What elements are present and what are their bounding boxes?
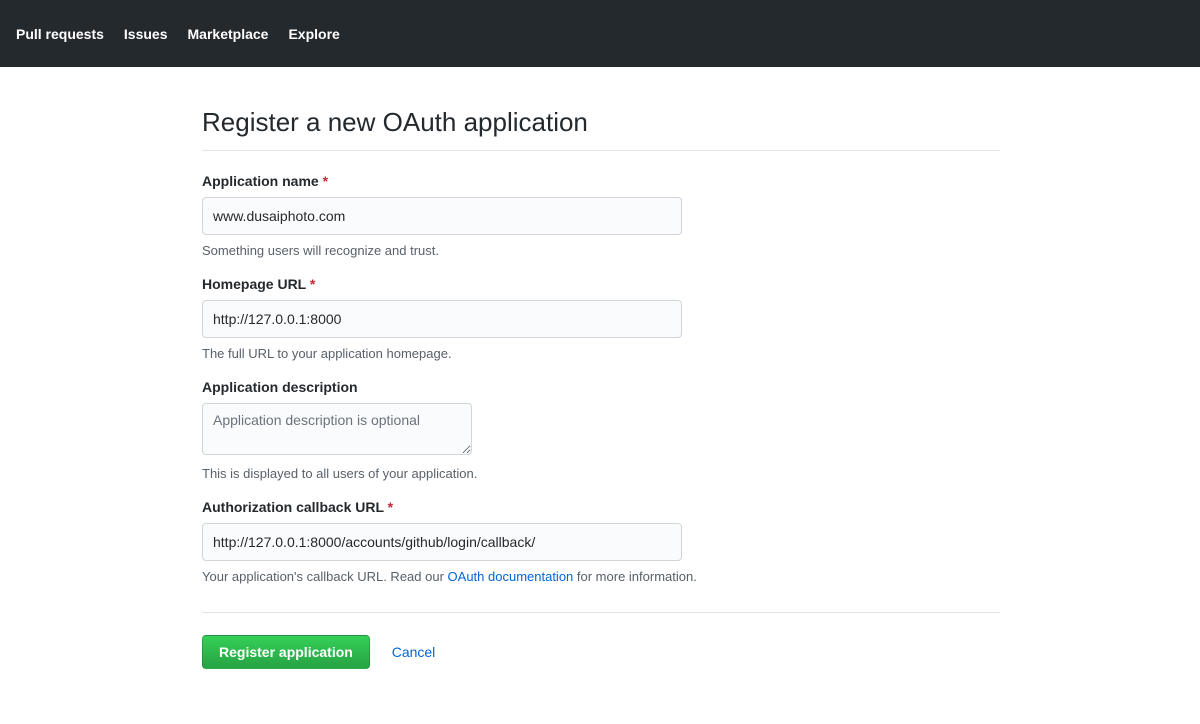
callback-group: Authorization callback URL * Your applic… — [202, 499, 1000, 584]
homepage-help: The full URL to your application homepag… — [202, 346, 1000, 361]
app-name-group: Application name * Something users will … — [202, 173, 1000, 258]
homepage-group: Homepage URL * The full URL to your appl… — [202, 276, 1000, 361]
homepage-input[interactable] — [202, 300, 682, 338]
callback-label: Authorization callback URL * — [202, 499, 1000, 515]
page-title: Register a new OAuth application — [202, 107, 1000, 151]
app-name-label: Application name * — [202, 173, 1000, 189]
description-label: Application description — [202, 379, 1000, 395]
register-button[interactable]: Register application — [202, 635, 370, 669]
form-actions: Register application Cancel — [202, 612, 1000, 669]
main-container: Register a new OAuth application Applica… — [200, 67, 1000, 669]
app-name-input[interactable] — [202, 197, 682, 235]
nav-pull-requests[interactable]: Pull requests — [16, 26, 114, 42]
required-mark: * — [323, 173, 328, 189]
app-name-label-text: Application name — [202, 173, 319, 189]
oauth-docs-link[interactable]: OAuth documentation — [448, 569, 574, 584]
callback-help-suffix: for more information. — [573, 569, 697, 584]
nav-explore[interactable]: Explore — [278, 26, 349, 42]
cancel-link[interactable]: Cancel — [392, 644, 436, 660]
description-textarea[interactable] — [202, 403, 472, 455]
callback-input[interactable] — [202, 523, 682, 561]
homepage-label-text: Homepage URL — [202, 276, 306, 292]
nav-issues[interactable]: Issues — [114, 26, 178, 42]
callback-label-text: Authorization callback URL — [202, 499, 384, 515]
required-mark: * — [310, 276, 315, 292]
callback-help: Your application's callback URL. Read ou… — [202, 569, 1000, 584]
description-help: This is displayed to all users of your a… — [202, 466, 1000, 481]
homepage-label: Homepage URL * — [202, 276, 1000, 292]
app-name-help: Something users will recognize and trust… — [202, 243, 1000, 258]
nav-marketplace[interactable]: Marketplace — [178, 26, 279, 42]
description-group: Application description This is displaye… — [202, 379, 1000, 481]
top-nav: Pull requests Issues Marketplace Explore — [0, 0, 1200, 67]
callback-help-prefix: Your application's callback URL. Read ou… — [202, 569, 448, 584]
required-mark: * — [388, 499, 393, 515]
